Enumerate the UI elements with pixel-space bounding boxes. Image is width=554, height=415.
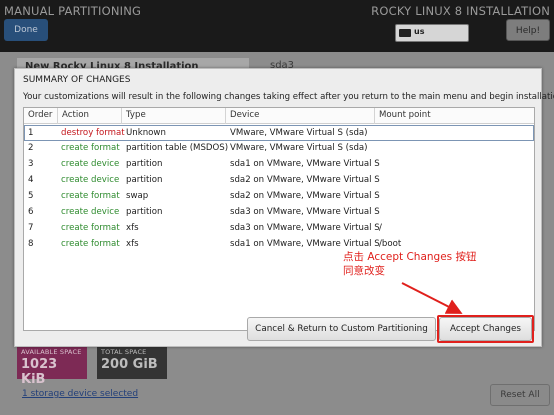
annotation-arrow-icon [401,282,463,314]
